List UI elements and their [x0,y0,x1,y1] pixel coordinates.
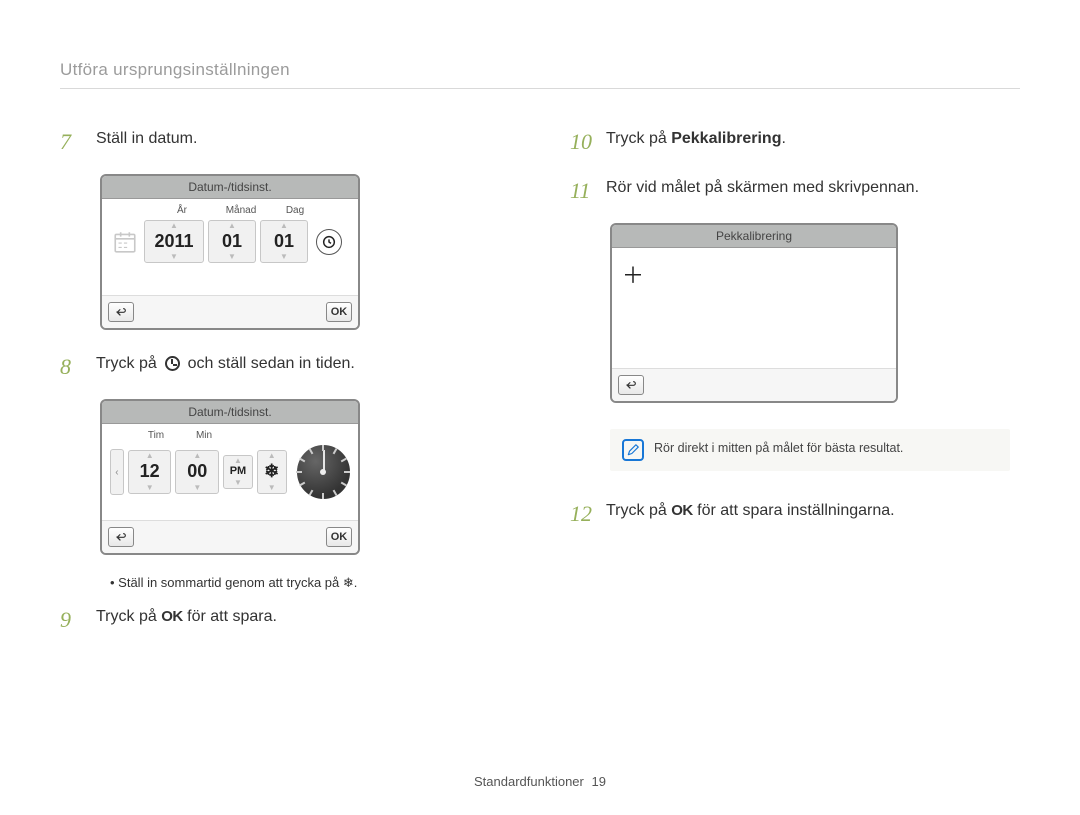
calibration-target-icon[interactable]: ＋ [622,258,644,290]
prev-arrow-button[interactable]: ‹ [110,449,124,495]
spinner-month[interactable]: ▲ 01 ▼ [208,220,256,263]
tip-box: Rör direkt i mitten på målet för bästa r… [610,429,1010,471]
spinner-day-value: 01 [261,229,307,254]
step-text: Tryck på Pekkalibrering. [606,125,1020,151]
step-8: 8 Tryck på och ställ sedan in tiden. [60,350,510,383]
step-text: Tryck på OK för att spara inställningarn… [606,497,1020,523]
chevron-down-icon[interactable]: ▼ [145,254,203,260]
text-fragment: Tryck på [606,502,671,519]
text-fragment: för att spara inställningarna. [697,502,894,519]
label-day: Dag [268,205,322,216]
calendar-icon [110,227,140,257]
page-footer: Standardfunktioner 19 [0,774,1080,789]
footer-page: 19 [592,774,606,789]
note-icon [622,439,644,461]
spinner-year-value: 2011 [145,229,203,254]
chevron-down-icon[interactable]: ▼ [129,485,171,491]
dst-note: Ställ in sommartid genom att trycka på ❄… [110,575,510,591]
back-button[interactable] [108,527,134,547]
ok-button[interactable]: OK [326,527,352,547]
content-columns: 7 Ställ in datum. Datum-/tidsinst. År Må… [60,125,1020,652]
spinner-year[interactable]: ▲ 2011 ▼ [144,220,204,263]
step-number: 8 [60,350,86,383]
date-setting-screen: Datum-/tidsinst. År Månad Dag [100,174,360,330]
chevron-down-icon[interactable]: ▼ [261,254,307,260]
step-text: Tryck på OK för att spara. [96,603,510,629]
label-min: Min [180,430,228,441]
step-number: 11 [570,174,596,207]
text-fragment: Tryck på [96,608,161,625]
step-text: Rör vid målet på skärmen med skrivpennan… [606,174,1020,200]
chevron-down-icon[interactable]: ▼ [209,254,255,260]
page-header: Utföra ursprungsinställningen [60,60,1020,89]
label-hour: Tim [132,430,180,441]
clock-center [320,469,326,475]
chevron-down-icon[interactable]: ▼ [258,485,286,491]
step-number: 9 [60,603,86,636]
text-fragment: Tryck på [96,355,161,372]
text-fragment: . [781,130,785,147]
left-column: 7 Ställ in datum. Datum-/tidsinst. År Må… [60,125,510,652]
text-fragment: för att spara. [187,608,277,625]
ok-icon: OK [161,606,183,629]
screen-title: Pekkalibrering [612,225,896,248]
text-fragment: Tryck på [606,130,671,147]
spinner-min[interactable]: ▲ 00 ▼ [175,450,219,493]
step-12: 12 Tryck på OK för att spara inställning… [570,497,1020,530]
screen-title: Datum-/tidsinst. [102,176,358,199]
page-header-title: Utföra ursprungsinställningen [60,60,290,79]
step-text: Ställ in datum. [96,125,510,151]
time-labels: Tim Min [110,430,350,441]
time-spinner-row: ‹ ▲ 12 ▼ ▲ 00 ▼ ▲ PM ▼ [110,445,350,499]
back-button[interactable] [108,302,134,322]
spinner-min-value: 00 [176,459,218,484]
label-year: År [150,205,214,216]
screen-footer [612,368,896,401]
step-text: Tryck på och ställ sedan in tiden. [96,350,510,376]
time-setting-screen: Datum-/tidsinst. Tim Min ‹ ▲ 12 ▼ ▲ 00 [100,399,360,555]
screen-title: Datum-/tidsinst. [102,401,358,424]
calibration-screen: Pekkalibrering ＋ [610,223,898,403]
spinner-ampm[interactable]: ▲ PM ▼ [223,455,253,488]
step-10: 10 Tryck på Pekkalibrering. [570,125,1020,158]
step-7: 7 Ställ in datum. [60,125,510,158]
step-number: 12 [570,497,596,530]
spinner-dst[interactable]: ▲ ❄ ▼ [257,450,287,493]
dst-icon: ❄ [258,459,286,484]
step-number: 7 [60,125,86,158]
footer-section: Standardfunktioner [474,774,584,789]
step-number: 10 [570,125,596,158]
text-fragment: och ställ sedan in tiden. [188,355,355,372]
tip-text: Rör direkt i mitten på målet för bästa r… [654,439,903,455]
text-fragment: Ställ in sommartid genom att trycka på [118,575,343,590]
bold-fragment: Pekkalibrering [671,130,781,147]
dst-icon: ❄ [343,575,354,590]
chevron-down-icon[interactable]: ▼ [176,485,218,491]
ok-icon: OK [671,500,693,523]
date-spinner-row: ▲ 2011 ▼ ▲ 01 ▼ ▲ 01 ▼ [110,220,350,263]
spinner-month-value: 01 [209,229,255,254]
screen-footer: OK [102,520,358,553]
screen-body: År Månad Dag ▲ 2011 ▼ [102,199,358,295]
back-button[interactable] [618,375,644,395]
step-11: 11 Rör vid målet på skärmen med skrivpen… [570,174,1020,207]
right-column: 10 Tryck på Pekkalibrering. 11 Rör vid m… [570,125,1020,652]
screen-footer: OK [102,295,358,328]
screen-body: Tim Min ‹ ▲ 12 ▼ ▲ 00 ▼ [102,424,358,520]
ok-button[interactable]: OK [326,302,352,322]
spinner-hour-value: 12 [129,459,171,484]
spinner-day[interactable]: ▲ 01 ▼ [260,220,308,263]
spinner-hour[interactable]: ▲ 12 ▼ [128,450,172,493]
step-9: 9 Tryck på OK för att spara. [60,603,510,636]
label-month: Månad [214,205,268,216]
clock-icon [163,355,181,373]
date-labels: År Månad Dag [110,205,350,216]
analog-clock [297,445,350,499]
screen-body: ＋ [612,248,896,368]
chevron-down-icon[interactable]: ▼ [224,480,252,486]
switch-to-time-button[interactable] [316,229,342,255]
